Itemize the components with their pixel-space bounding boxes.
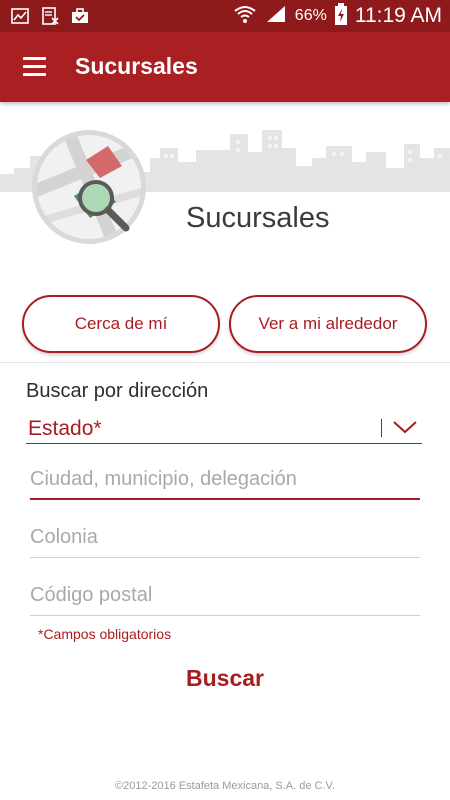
search-button[interactable]: Buscar (150, 660, 300, 696)
menu-icon[interactable] (20, 54, 50, 80)
copyright-footer: ©2012-2016 Estafeta Mexicana, S.A. de C.… (115, 780, 335, 792)
chevron-down-icon[interactable] (392, 418, 418, 441)
city-field (30, 460, 420, 500)
city-underline (30, 498, 420, 500)
postal-code-input[interactable] (30, 576, 420, 614)
section-divider (0, 362, 450, 363)
city-input[interactable] (30, 460, 420, 498)
state-select[interactable]: Estado* (26, 410, 422, 444)
postal-code-underline (30, 615, 420, 616)
select-separator (381, 419, 382, 437)
state-select-value: Estado* (28, 417, 102, 440)
toolbar-title: Sucursales (75, 53, 198, 79)
search-by-address-label: Buscar por dirección (26, 380, 209, 402)
required-fields-note: *Campos obligatorios (38, 626, 172, 642)
wifi-icon (233, 4, 257, 29)
colonia-field (30, 518, 420, 558)
around-me-button[interactable]: Ver a mi alrededor (229, 295, 427, 353)
chart-notification-icon (10, 6, 30, 26)
briefcase-notification-icon (70, 6, 90, 26)
select-underline (26, 443, 422, 444)
clock: 11:19 AM (354, 4, 442, 27)
app-toolbar: Sucursales (0, 32, 450, 102)
colonia-input[interactable] (30, 518, 420, 556)
battery-charging-icon (334, 2, 347, 30)
hero-title: Sucursales (186, 202, 330, 234)
postal-code-field (30, 576, 420, 616)
near-me-button[interactable]: Cerca de mí (22, 295, 220, 353)
colonia-underline (30, 557, 420, 558)
document-notification-icon (40, 6, 60, 26)
battery-percent: 66% (294, 7, 327, 24)
signal-icon (265, 4, 287, 29)
hero-banner: Sucursales (0, 102, 450, 292)
status-bar: 66% 11:19 AM (0, 0, 450, 32)
map-search-icon (32, 130, 146, 244)
